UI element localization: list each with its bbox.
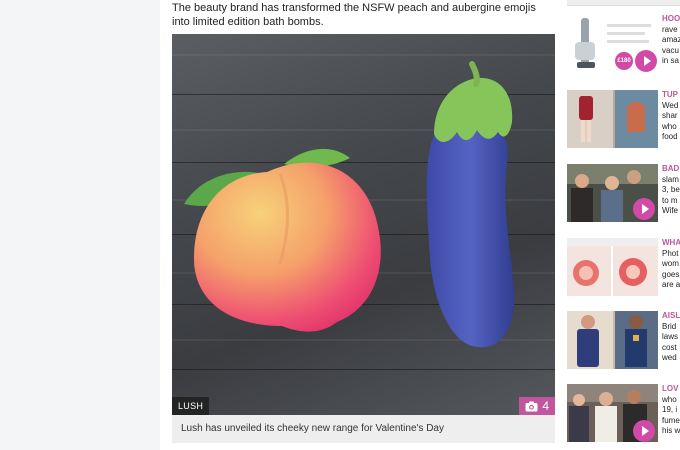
story-line: slam — [662, 174, 679, 184]
story-line: laws — [662, 332, 679, 341]
story-thumbnail — [567, 90, 658, 148]
story-kicker: AISL — [662, 311, 680, 320]
story-kicker: WHA — [662, 238, 680, 247]
rail-story-item[interactable]: AISL Brid laws cost wed — [563, 311, 680, 373]
story-line: wed — [662, 353, 677, 362]
rail-story-item[interactable]: WHA Phot wom goes are a — [563, 238, 680, 300]
story-line: rave — [662, 24, 678, 34]
story-kicker: BAD — [662, 164, 680, 173]
play-icon — [633, 420, 655, 442]
story-headline: WHA Phot wom goes are a — [662, 238, 680, 291]
play-icon — [635, 50, 657, 72]
left-gutter — [0, 0, 160, 450]
article-hero-image[interactable]: LUSH 4 — [172, 34, 555, 415]
story-headline: BAD slam 3, be to m Wife — [662, 164, 680, 217]
story-kicker: HOO — [662, 14, 680, 23]
story-thumbnail — [567, 384, 658, 442]
related-stories-rail: £180 HOO rave amaz vacu in sa TUP Wed sh… — [563, 0, 680, 450]
camera-icon — [525, 401, 538, 411]
article-standfirst: The beauty brand has transformed the NSF… — [172, 2, 536, 28]
story-line: Wife — [662, 206, 678, 215]
story-line: wom — [662, 259, 679, 268]
story-thumbnail — [567, 311, 658, 369]
story-line: are a — [662, 280, 680, 289]
gallery-button[interactable]: 4 — [519, 397, 555, 415]
story-line: in sa — [662, 56, 679, 65]
story-line: Brid — [662, 321, 677, 331]
image-caption: Lush has unveiled its cheeky new range f… — [172, 415, 555, 443]
story-line: goes — [662, 269, 680, 279]
aubergine-bath-bomb — [426, 118, 515, 348]
story-headline: AISL Brid laws cost wed — [662, 311, 680, 364]
story-line: who — [662, 394, 677, 404]
story-line: food — [662, 132, 678, 141]
price-badge: £180 — [615, 52, 633, 70]
story-kicker: TUP — [662, 90, 678, 99]
article-body: The beauty brand has transformed the NSF… — [172, 0, 556, 443]
gallery-count: 4 — [542, 399, 549, 413]
story-line: Phot — [662, 248, 679, 258]
rail-previous-item-edge — [567, 0, 680, 6]
bath-bombs-illustration — [184, 61, 515, 348]
rail-story-item[interactable]: LOV who 19, i fume his w — [563, 384, 680, 446]
story-headline: TUP Wed shar who food — [662, 90, 680, 143]
story-line: shar — [662, 111, 678, 120]
story-line: cost — [662, 342, 677, 352]
story-line: amaz — [662, 35, 680, 44]
story-thumbnail — [567, 164, 658, 222]
story-line: 3, be — [662, 185, 680, 194]
story-line: his w — [662, 426, 680, 435]
aubergine-cap — [434, 77, 513, 142]
story-line: 19, i — [662, 405, 678, 414]
story-headline: LOV who 19, i fume his w — [662, 384, 680, 437]
story-line: to m — [662, 195, 678, 205]
story-line: fume — [662, 415, 680, 425]
rail-story-item[interactable]: BAD slam 3, be to m Wife — [563, 164, 680, 226]
story-kicker: LOV — [662, 384, 679, 393]
story-line: vacu — [662, 45, 679, 55]
image-credit: LUSH — [172, 397, 210, 415]
story-line: Wed — [662, 100, 679, 110]
story-line: who — [662, 121, 677, 131]
rail-story-item[interactable]: TUP Wed shar who food — [563, 90, 680, 152]
story-thumbnail — [567, 238, 658, 296]
story-headline: HOO rave amaz vacu in sa — [662, 14, 680, 67]
story-thumbnail: £180 — [567, 14, 658, 72]
play-icon — [633, 198, 655, 220]
rail-story-item[interactable]: £180 HOO rave amaz vacu in sa — [563, 14, 680, 76]
